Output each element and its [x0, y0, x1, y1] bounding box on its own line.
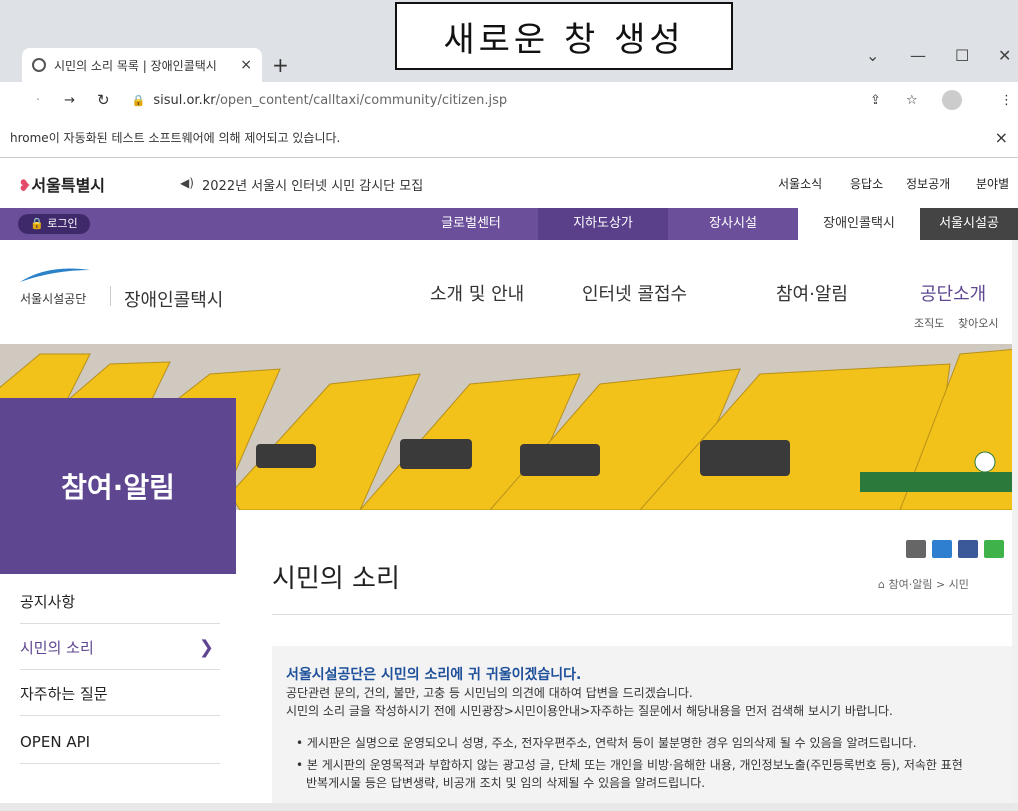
reload-icon[interactable]: ↻ — [97, 91, 110, 109]
infobar-close-icon[interactable]: × — [995, 128, 1008, 147]
minimize-button[interactable]: — — [910, 46, 926, 65]
twitter-icon[interactable] — [932, 540, 952, 558]
print-icon[interactable] — [906, 540, 926, 558]
breadcrumb: ⌂ 참여·알림 > 시민 — [878, 576, 969, 592]
nav-global-center[interactable]: 글로벌센터 — [404, 208, 538, 240]
browser-tab[interactable]: 시민의 소리 목록 | 장애인콜택시 × — [22, 48, 262, 82]
url-bar[interactable]: sisul.or.kr/open_content/calltaxi/commun… — [153, 93, 507, 108]
title-divider — [272, 614, 1018, 615]
seoul-city-logo[interactable]: ❥서울특별시 — [18, 172, 105, 196]
facebook-icon[interactable] — [958, 540, 978, 558]
sub-link-org-chart[interactable]: 조직도 — [914, 315, 944, 331]
browser-toolbar: · → ↻ 🔒 sisul.or.kr/open_content/calltax… — [0, 82, 1018, 118]
new-window-caption: 새로운 창 생성 — [395, 2, 733, 70]
horizontal-scrollbar[interactable] — [0, 803, 1018, 811]
maximize-button[interactable]: ☐ — [955, 46, 969, 65]
top-link-response[interactable]: 응답소 — [850, 175, 883, 192]
sidebar-item-open-api[interactable]: OPEN API — [20, 720, 220, 764]
close-window-button[interactable]: ✕ — [998, 46, 1011, 65]
menu-kebab-icon[interactable]: ⋮ — [1000, 93, 1013, 108]
site-top-header: ❥서울특별시 ◀) 2022년 서울시 인터넷 시민 감시단 모집 서울소식 응… — [0, 158, 1018, 208]
speaker-icon: ◀) — [180, 176, 194, 190]
login-label: 로그인 — [47, 217, 78, 230]
new-tab-button[interactable]: + — [272, 53, 289, 77]
vertical-scrollbar[interactable] — [1012, 240, 1018, 803]
sidebar-item-faq[interactable]: 자주하는 질문 — [20, 672, 220, 716]
sidebar-item-label: 시민의 소리 — [20, 639, 94, 657]
notice-box: 서울시설공단은 시민의 소리에 귀 귀울이겠습니다. 공단관련 문의, 건의, … — [272, 646, 1018, 811]
group-nav-bar: 🔒 로그인 글로벌센터 지하도상가 장사시설 장애인콜택시 서울시설공 — [0, 208, 1018, 240]
nav-calltaxi[interactable]: 장애인콜택시 — [798, 208, 920, 240]
org-logo-swoosh-icon — [20, 268, 90, 282]
tab-title: 시민의 소리 목록 | 장애인콜택시 — [54, 58, 217, 73]
page-title: 시민의 소리 — [272, 564, 400, 594]
notice-bullet-2: • 본 게시판의 운영목적과 부합하지 않는 광고성 글, 단체 또는 개인을 … — [296, 758, 963, 772]
menu-intro[interactable]: 소개 및 안내 — [430, 280, 524, 306]
back-icon[interactable]: · — [36, 93, 40, 108]
tab-search-icon[interactable]: ⌄ — [866, 46, 879, 65]
sidebar-item-label: OPEN API — [20, 732, 91, 751]
nav-underground-mall[interactable]: 지하도상가 — [538, 208, 668, 240]
menu-online-call[interactable]: 인터넷 콜접수 — [582, 280, 687, 306]
blog-icon[interactable] — [984, 540, 1004, 558]
notice-line-2: 시민의 소리 글을 작성하시기 전에 시민광장>시민이용안내>자주하는 질문에서… — [286, 704, 893, 718]
section-title-panel: 참여·알림 — [0, 398, 236, 574]
seoul-logo-mark-icon: ❥ — [18, 176, 32, 195]
profile-avatar-icon[interactable] — [942, 90, 962, 110]
seoul-city-logo-text: 서울특별시 — [31, 176, 106, 195]
automation-infobar: hrome이 자동화된 테스트 소프트웨어에 의해 제어되고 있습니다. × — [0, 118, 1018, 158]
nav-funeral[interactable]: 장사시설 — [668, 208, 798, 240]
sidebar-item-label: 자주하는 질문 — [20, 685, 108, 703]
sidebar-item-citizen-voice[interactable]: 시민의 소리 ❯ — [20, 626, 220, 670]
breadcrumb-text: 참여·알림 > 시민 — [888, 578, 969, 591]
menu-participation[interactable]: 참여·알림 — [776, 280, 848, 306]
notice-line-1: 공단관련 문의, 건의, 불만, 고충 등 시민님의 의견에 대하여 답변을 드… — [286, 686, 693, 700]
login-button[interactable]: 🔒 로그인 — [18, 214, 90, 234]
top-link-disclosure[interactable]: 정보공개 — [906, 175, 950, 192]
org-logo[interactable]: 서울시설공단 — [20, 290, 86, 307]
url-host: sisul.or.kr — [153, 92, 216, 108]
notice-bullet-1-text: 게시판은 실명으로 운영되오니 성명, 주소, 전자우편주소, 연락처 등이 불… — [306, 736, 917, 750]
nav-seoul-facilities[interactable]: 서울시설공 — [920, 208, 1018, 240]
notice-bullet-2-text: 본 게시판의 운영목적과 부합하지 않는 광고성 글, 단체 또는 개인을 비방… — [306, 758, 963, 772]
main-navigation: 서울시설공단 장애인콜택시 소개 및 안내 인터넷 콜접수 참여·알림 공단소개… — [0, 240, 1018, 344]
notice-bullet-1: • 게시판은 실명으로 운영되오니 성명, 주소, 전자우편주소, 연락처 등이… — [296, 736, 917, 750]
tab-close-icon[interactable]: × — [240, 57, 252, 73]
share-icon[interactable]: ⇪ — [870, 93, 881, 108]
service-name[interactable]: 장애인콜택시 — [124, 286, 223, 312]
sub-link-directions[interactable]: 찾아오시 — [958, 315, 998, 331]
sidebar-item-notices[interactable]: 공지사항 — [20, 580, 220, 624]
infobar-text: hrome이 자동화된 테스트 소프트웨어에 의해 제어되고 있습니다. — [10, 131, 341, 145]
sidebar-item-label: 공지사항 — [20, 593, 76, 611]
forward-icon[interactable]: → — [64, 93, 75, 108]
url-path: /open_content/calltaxi/community/citizen… — [215, 92, 508, 108]
home-icon[interactable]: ⌂ — [878, 578, 888, 591]
menu-about[interactable]: 공단소개 — [920, 280, 986, 306]
notice-heading: 서울시설공단은 시민의 소리에 귀 귀울이겠습니다. — [286, 667, 582, 683]
chevron-right-icon: ❯ — [198, 637, 214, 658]
lock-icon: 🔒 — [30, 217, 48, 230]
notice-bullet-2-cont: 반복게시물 등은 답변생략, 비공개 조치 및 임의 삭제될 수 있음을 알려드… — [306, 776, 706, 790]
bookmark-star-icon[interactable]: ☆ — [906, 93, 918, 108]
news-ticker[interactable]: 2022년 서울시 인터넷 시민 감시단 모집 — [202, 175, 423, 194]
top-link-news[interactable]: 서울소식 — [778, 175, 822, 192]
site-favicon-icon — [32, 58, 46, 72]
lock-icon: 🔒 — [131, 93, 146, 107]
logo-divider — [110, 286, 111, 306]
top-link-field[interactable]: 분야별 — [976, 175, 1009, 192]
